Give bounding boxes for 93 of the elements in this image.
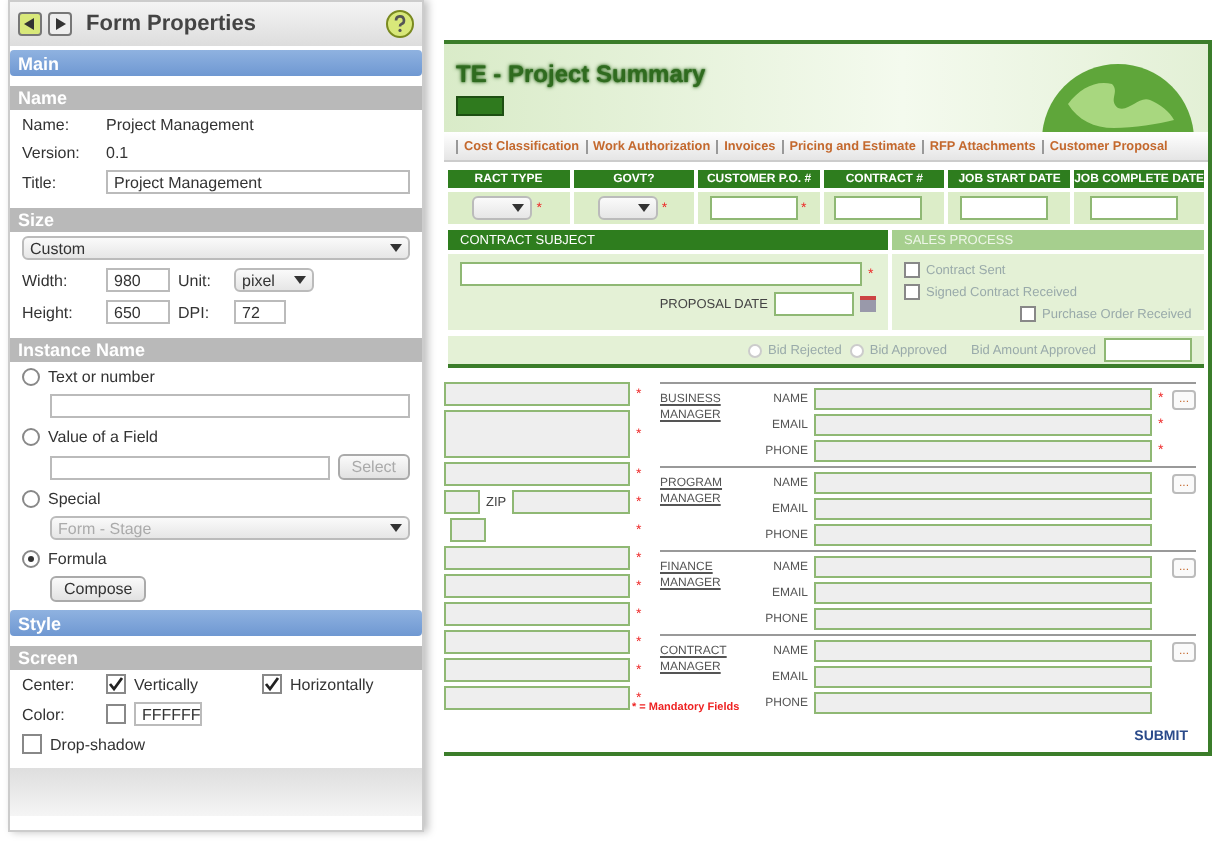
input-field[interactable] bbox=[814, 692, 1152, 714]
field-value: Project Management bbox=[106, 115, 254, 133]
text-area[interactable] bbox=[444, 410, 630, 458]
radio-button[interactable] bbox=[22, 489, 40, 507]
group-header: Name bbox=[10, 86, 422, 110]
caret-icon bbox=[294, 276, 306, 284]
title-field[interactable]: Project Management bbox=[106, 170, 410, 194]
checkbox[interactable] bbox=[904, 284, 920, 300]
forward-icon[interactable] bbox=[48, 12, 72, 36]
caret-icon bbox=[512, 204, 525, 212]
back-icon[interactable] bbox=[18, 12, 42, 36]
amount-field[interactable] bbox=[1104, 338, 1192, 362]
input-field[interactable] bbox=[814, 640, 1152, 662]
caret-icon bbox=[390, 524, 402, 532]
radio-button[interactable] bbox=[748, 343, 762, 357]
radio-button[interactable] bbox=[849, 343, 864, 357]
header-button[interactable] bbox=[456, 96, 504, 116]
input-field[interactable] bbox=[814, 608, 1152, 630]
group-header: Screen bbox=[10, 646, 422, 670]
field-value: 0.1 bbox=[106, 143, 129, 161]
field-label: Center: bbox=[22, 675, 77, 693]
field-label: Unit: bbox=[178, 271, 213, 289]
caret-icon bbox=[637, 204, 650, 212]
checkbox-label: Drop-shadow bbox=[50, 735, 146, 753]
checkbox[interactable] bbox=[262, 674, 282, 694]
input-field[interactable] bbox=[814, 414, 1152, 436]
calendar-icon[interactable] bbox=[860, 296, 876, 312]
checkbox[interactable] bbox=[22, 734, 42, 754]
text-field[interactable] bbox=[50, 394, 410, 418]
date-field[interactable] bbox=[774, 292, 854, 316]
panel-title: Form Properties bbox=[86, 12, 258, 36]
field-label: Name: bbox=[22, 115, 72, 133]
input-field[interactable] bbox=[444, 602, 630, 626]
radio-button[interactable] bbox=[22, 549, 40, 567]
checkbox-label: Vertically bbox=[134, 675, 201, 693]
section-header[interactable]: Style bbox=[10, 610, 422, 636]
input-field[interactable] bbox=[709, 196, 798, 220]
size-dropdown[interactable]: Custom bbox=[22, 236, 410, 260]
input-field[interactable] bbox=[814, 498, 1152, 520]
input-field[interactable] bbox=[814, 556, 1152, 578]
field-input[interactable] bbox=[50, 455, 330, 479]
input-field[interactable] bbox=[814, 524, 1152, 546]
option-label: Value of a Field bbox=[48, 427, 158, 445]
select-button[interactable]: Select bbox=[337, 454, 410, 480]
compose-button[interactable]: Compose bbox=[50, 576, 147, 602]
input-field[interactable] bbox=[814, 388, 1152, 410]
color-field[interactable]: FFFFFF bbox=[134, 702, 202, 726]
special-dropdown[interactable]: Form - Stage bbox=[50, 516, 410, 540]
section-header[interactable]: Main bbox=[10, 50, 422, 76]
field-label: Version: bbox=[22, 143, 82, 161]
input-field[interactable] bbox=[1089, 196, 1178, 220]
input-field[interactable] bbox=[814, 440, 1152, 462]
input-field[interactable] bbox=[444, 658, 630, 682]
input-field[interactable] bbox=[444, 462, 630, 486]
input-field[interactable] bbox=[444, 574, 630, 598]
input-field[interactable] bbox=[444, 630, 630, 654]
color-swatch[interactable] bbox=[106, 704, 126, 724]
checkbox[interactable] bbox=[1020, 306, 1036, 322]
radio-button[interactable] bbox=[22, 427, 40, 445]
group-header: Instance Name bbox=[10, 338, 422, 362]
dropdown[interactable] bbox=[597, 196, 658, 220]
field-label: DPI: bbox=[178, 303, 212, 321]
dpi-field[interactable]: 72 bbox=[234, 300, 286, 324]
help-icon[interactable] bbox=[386, 10, 414, 38]
option-label: Special bbox=[48, 489, 101, 507]
radio-button[interactable] bbox=[22, 367, 40, 385]
group-header: Size bbox=[10, 208, 422, 232]
height-field[interactable]: 650 bbox=[106, 300, 170, 324]
option-label: Text or number bbox=[48, 367, 155, 385]
form-title: TE - Project Summary bbox=[456, 60, 706, 88]
input-field[interactable] bbox=[814, 472, 1152, 494]
input-field[interactable] bbox=[444, 686, 630, 710]
unit-dropdown[interactable]: pixel bbox=[234, 268, 314, 292]
input-field[interactable] bbox=[959, 196, 1048, 220]
subject-field[interactable] bbox=[460, 262, 862, 286]
option-label: Formula bbox=[48, 549, 107, 567]
checkbox[interactable] bbox=[106, 674, 126, 694]
caret-icon bbox=[390, 244, 402, 252]
dropdown[interactable] bbox=[472, 196, 533, 220]
field-label: Title: bbox=[22, 173, 59, 191]
field-label: Color: bbox=[22, 705, 67, 723]
input-field[interactable] bbox=[450, 518, 486, 542]
field-label: Width: bbox=[22, 271, 70, 289]
input-field[interactable] bbox=[834, 196, 923, 220]
field-label: Height: bbox=[22, 303, 75, 321]
checkbox-label: Horizontally bbox=[290, 675, 376, 693]
input-field[interactable] bbox=[444, 382, 630, 406]
width-field[interactable]: 980 bbox=[106, 268, 170, 292]
input-field[interactable] bbox=[444, 546, 630, 570]
input-field[interactable] bbox=[814, 666, 1152, 688]
input-field[interactable] bbox=[814, 582, 1152, 604]
checkbox[interactable] bbox=[904, 262, 920, 278]
zip-field[interactable] bbox=[512, 490, 630, 514]
